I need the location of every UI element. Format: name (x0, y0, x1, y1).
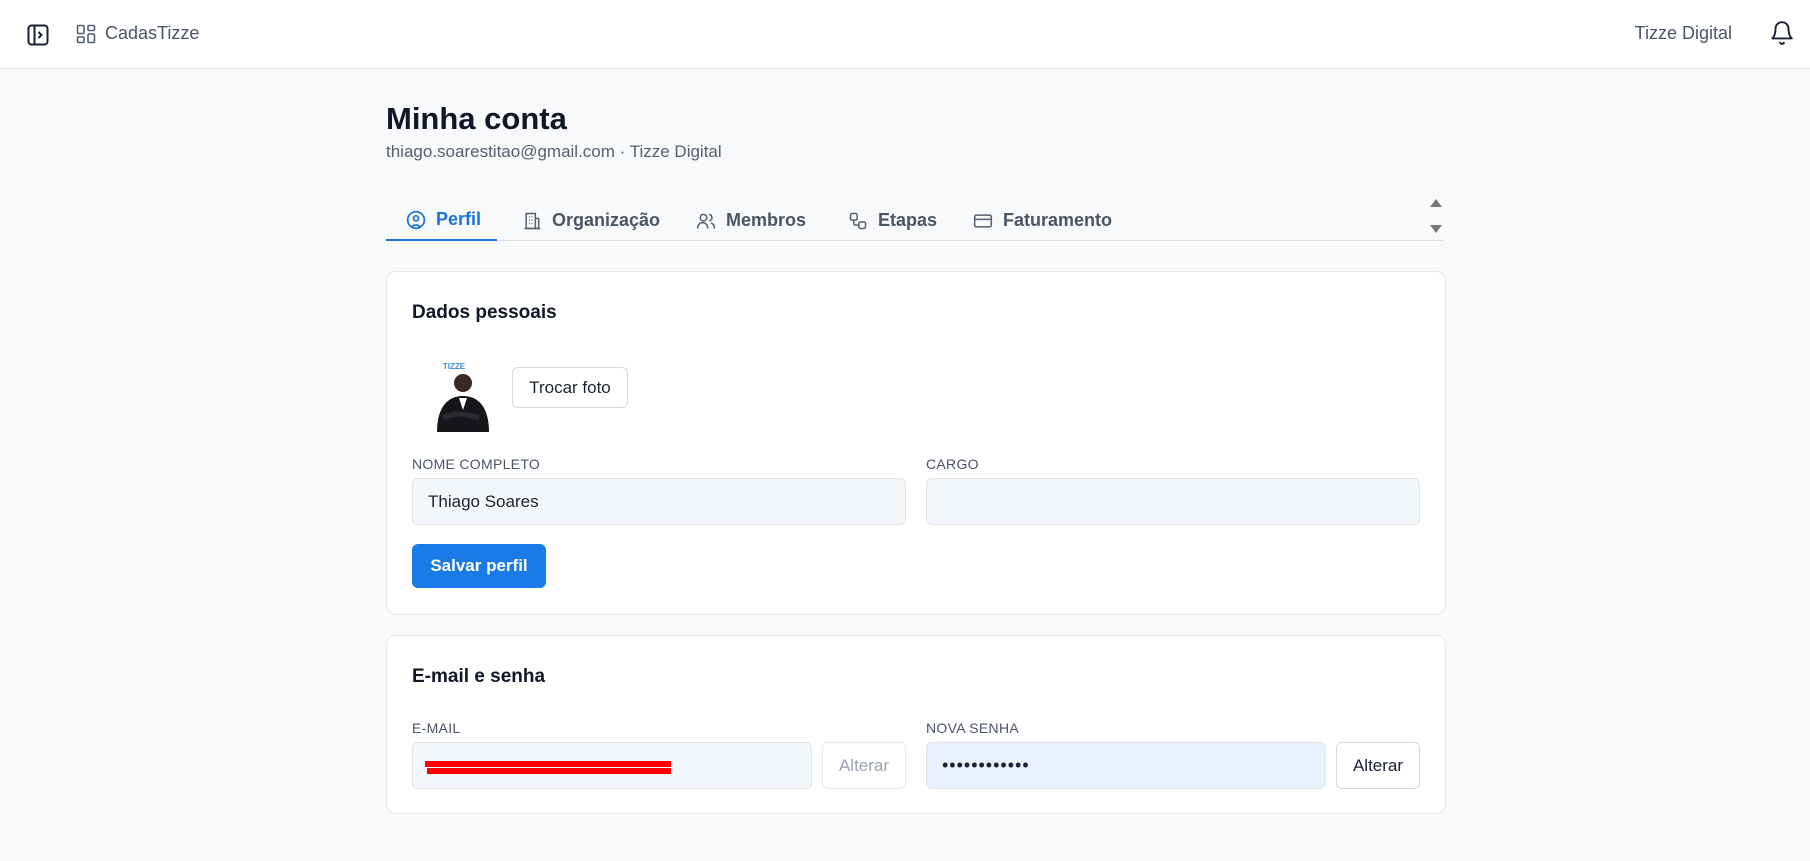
user-circle-icon (406, 210, 426, 229)
change-email-button[interactable]: Alterar (822, 742, 906, 789)
email-password-card: E-mail e senha E-MAIL Alterar NOVA SENHA… (386, 635, 1446, 814)
top-bar: CadasTizze Tizze Digital (0, 0, 1810, 69)
organization-name[interactable]: Tizze Digital (1635, 23, 1732, 44)
tab-label: Faturamento (1003, 210, 1113, 230)
tab-label: Membros (726, 210, 807, 230)
card-title: Dados pessoais (412, 302, 557, 323)
sidebar-toggle-icon[interactable] (26, 23, 50, 47)
users-icon (696, 213, 716, 228)
credit-card-icon (973, 213, 993, 228)
card-title: E-mail e senha (412, 666, 546, 687)
tab-organizacao[interactable]: Organização (522, 200, 660, 241)
tab-label: Etapas (878, 210, 938, 230)
email-input[interactable] (412, 742, 812, 789)
scroll-arrows-icon[interactable] (1428, 197, 1444, 237)
account-tabs: Perfil Organização Membros Etapas Fatura… (386, 200, 1445, 241)
personal-data-card: Dados pessoais TIZZE Trocar foto NOME CO… (386, 271, 1446, 615)
page-title: Minha conta (386, 101, 567, 136)
new-password-input[interactable] (926, 742, 1326, 789)
dashboard-icon (76, 24, 96, 44)
role-label: CARGO (926, 456, 979, 472)
change-photo-button[interactable]: Trocar foto (512, 367, 628, 408)
svg-text:TIZZE: TIZZE (443, 362, 466, 371)
tab-label: Organização (552, 210, 661, 230)
redaction-mark (425, 761, 671, 774)
tab-perfil[interactable]: Perfil (386, 200, 497, 241)
avatar: TIZZE (437, 362, 489, 432)
tab-membros[interactable]: Membros (696, 200, 806, 241)
save-profile-button[interactable]: Salvar perfil (412, 544, 546, 588)
full-name-input[interactable] (412, 478, 906, 525)
building-icon (524, 212, 541, 229)
new-password-label: NOVA SENHA (926, 720, 1019, 736)
app-name[interactable]: CadasTizze (105, 23, 199, 44)
role-input[interactable] (926, 478, 1420, 525)
workflow-icon (849, 212, 867, 229)
change-password-button[interactable]: Alterar (1336, 742, 1420, 789)
tab-faturamento[interactable]: Faturamento (973, 200, 1112, 241)
tab-label: Perfil (436, 209, 482, 229)
email-label: E-MAIL (412, 720, 461, 736)
bell-icon[interactable] (1769, 20, 1795, 46)
full-name-label: NOME COMPLETO (412, 456, 541, 472)
tab-etapas[interactable]: Etapas (848, 200, 937, 241)
page-subtitle: thiago.soarestitao@gmail.com · Tizze Dig… (386, 142, 722, 161)
